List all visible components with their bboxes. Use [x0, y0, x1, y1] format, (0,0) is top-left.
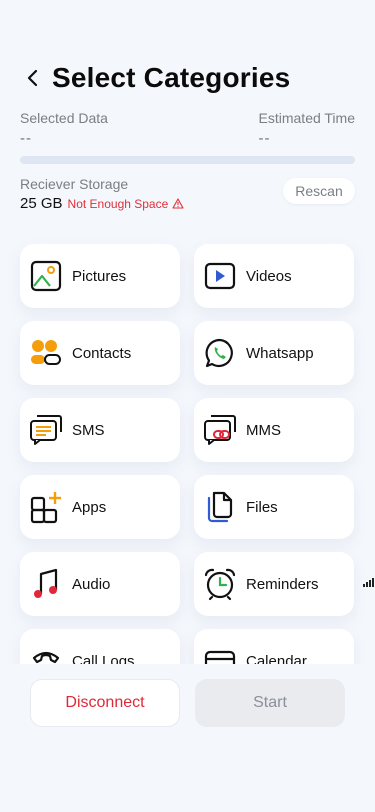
bottom-action-bar: Disconnect Start	[0, 664, 375, 812]
transfer-stats: Selected Data -- Estimated Time --	[20, 110, 355, 147]
calendar-icon	[203, 644, 237, 664]
reminders-icon	[203, 567, 237, 601]
storage-warning: Not Enough Space	[68, 197, 185, 211]
category-label: Videos	[246, 267, 292, 285]
selection-progress-bar	[20, 156, 355, 164]
apps-icon	[29, 490, 63, 524]
category-calendar[interactable]: Calendar	[194, 629, 354, 664]
rescan-button[interactable]: Rescan	[283, 178, 355, 204]
selected-data-label: Selected Data	[20, 110, 108, 126]
select-categories-screen: Select Categories Selected Data -- Estim…	[0, 0, 375, 812]
audio-icon	[29, 567, 63, 601]
category-contacts[interactable]: Contacts	[20, 321, 180, 385]
estimated-time-value: --	[258, 130, 271, 147]
category-audio[interactable]: Audio	[20, 552, 180, 616]
contacts-icon	[29, 336, 63, 370]
category-label: Files	[246, 498, 278, 516]
category-label: MMS	[246, 421, 281, 439]
signal-bars-icon	[363, 574, 375, 587]
category-call-logs[interactable]: Call Logs	[20, 629, 180, 664]
selected-data-value: --	[20, 130, 32, 147]
mms-icon	[203, 413, 237, 447]
category-grid: Pictures Videos Contacts Whatsapp SMS MM…	[20, 244, 354, 664]
category-label: Calendar	[246, 652, 307, 665]
storage-warning-text: Not Enough Space	[67, 196, 169, 211]
files-icon	[203, 490, 237, 524]
storage-size: 25 GB	[20, 195, 63, 212]
category-label: Call Logs	[72, 652, 135, 665]
receiver-storage: Reciever Storage 25 GB Not Enough Space …	[20, 176, 355, 212]
pictures-icon	[29, 259, 63, 293]
category-label: Contacts	[72, 344, 132, 362]
category-sms[interactable]: SMS	[20, 398, 180, 462]
category-label: Apps	[72, 498, 107, 516]
category-videos[interactable]: Videos	[194, 244, 354, 308]
category-label: Whatsapp	[246, 344, 314, 362]
category-label: SMS	[72, 421, 105, 439]
warning-icon	[172, 198, 184, 209]
category-mms[interactable]: MMS	[194, 398, 354, 462]
category-pictures[interactable]: Pictures	[20, 244, 180, 308]
whatsapp-icon	[203, 336, 237, 370]
back-button[interactable]	[20, 62, 44, 94]
selected-data-stat: Selected Data --	[20, 110, 108, 147]
category-files[interactable]: Files	[194, 475, 354, 539]
call-logs-icon	[29, 644, 63, 664]
estimated-time-label: Estimated Time	[258, 110, 355, 126]
category-label: Audio	[72, 575, 111, 593]
category-list[interactable]: Pictures Videos Contacts Whatsapp SMS MM…	[0, 226, 375, 664]
sms-icon	[29, 413, 63, 447]
category-whatsapp[interactable]: Whatsapp	[194, 321, 354, 385]
chevron-left-icon	[27, 69, 38, 87]
category-label: Pictures	[72, 267, 127, 285]
videos-icon	[203, 259, 237, 293]
disconnect-button[interactable]: Disconnect	[30, 679, 180, 727]
category-apps[interactable]: Apps	[20, 475, 180, 539]
header: Select Categories	[20, 62, 290, 94]
estimated-time-stat: Estimated Time --	[259, 110, 355, 147]
category-reminders[interactable]: Reminders	[194, 552, 354, 616]
category-label: Reminders	[246, 575, 319, 593]
start-button[interactable]: Start	[195, 679, 345, 727]
page-title: Select Categories	[52, 62, 291, 93]
